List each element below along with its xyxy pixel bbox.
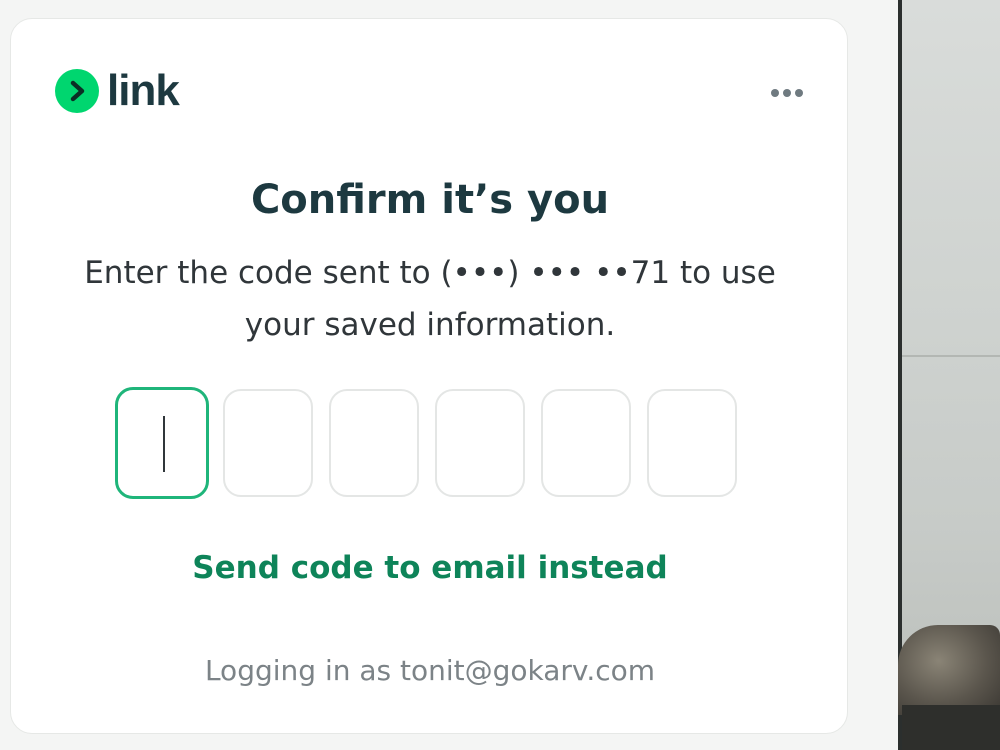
send-code-to-email-link[interactable]: Send code to email instead (11, 545, 849, 591)
dialog-title: Confirm it’s you (250, 177, 610, 223)
background-photo (898, 0, 1000, 750)
code-digit-3[interactable] (329, 389, 419, 497)
logo-wordmark: link (107, 66, 180, 115)
photo-object (898, 625, 1000, 715)
chevron-right-icon (55, 69, 99, 113)
logged-in-account-text: Logging in as tonit@gokarv.com (204, 654, 656, 687)
link-logo: link (55, 66, 180, 115)
code-digit-1[interactable] (115, 387, 209, 499)
verification-card: link Confirm it’s you Enter the code sen… (10, 18, 848, 734)
photo-edge (898, 0, 902, 750)
code-digit-6[interactable] (647, 389, 737, 497)
verification-code-input (115, 387, 753, 499)
code-digit-4[interactable] (435, 389, 525, 497)
more-horizontal-icon-dot (783, 89, 791, 97)
text-caret (163, 416, 165, 472)
photo-shelf (902, 355, 1000, 357)
photo-floor (902, 705, 1000, 750)
dialog-subtitle: Enter the code sent to (•••) ••• ••71 to… (84, 255, 776, 343)
code-digit-5[interactable] (541, 389, 631, 497)
page: link Confirm it’s you Enter the code sen… (0, 0, 1000, 750)
more-horizontal-icon-dot (795, 89, 803, 97)
more-options-button[interactable] (763, 81, 811, 105)
code-digit-2[interactable] (223, 389, 313, 497)
more-horizontal-icon-dot (771, 89, 779, 97)
